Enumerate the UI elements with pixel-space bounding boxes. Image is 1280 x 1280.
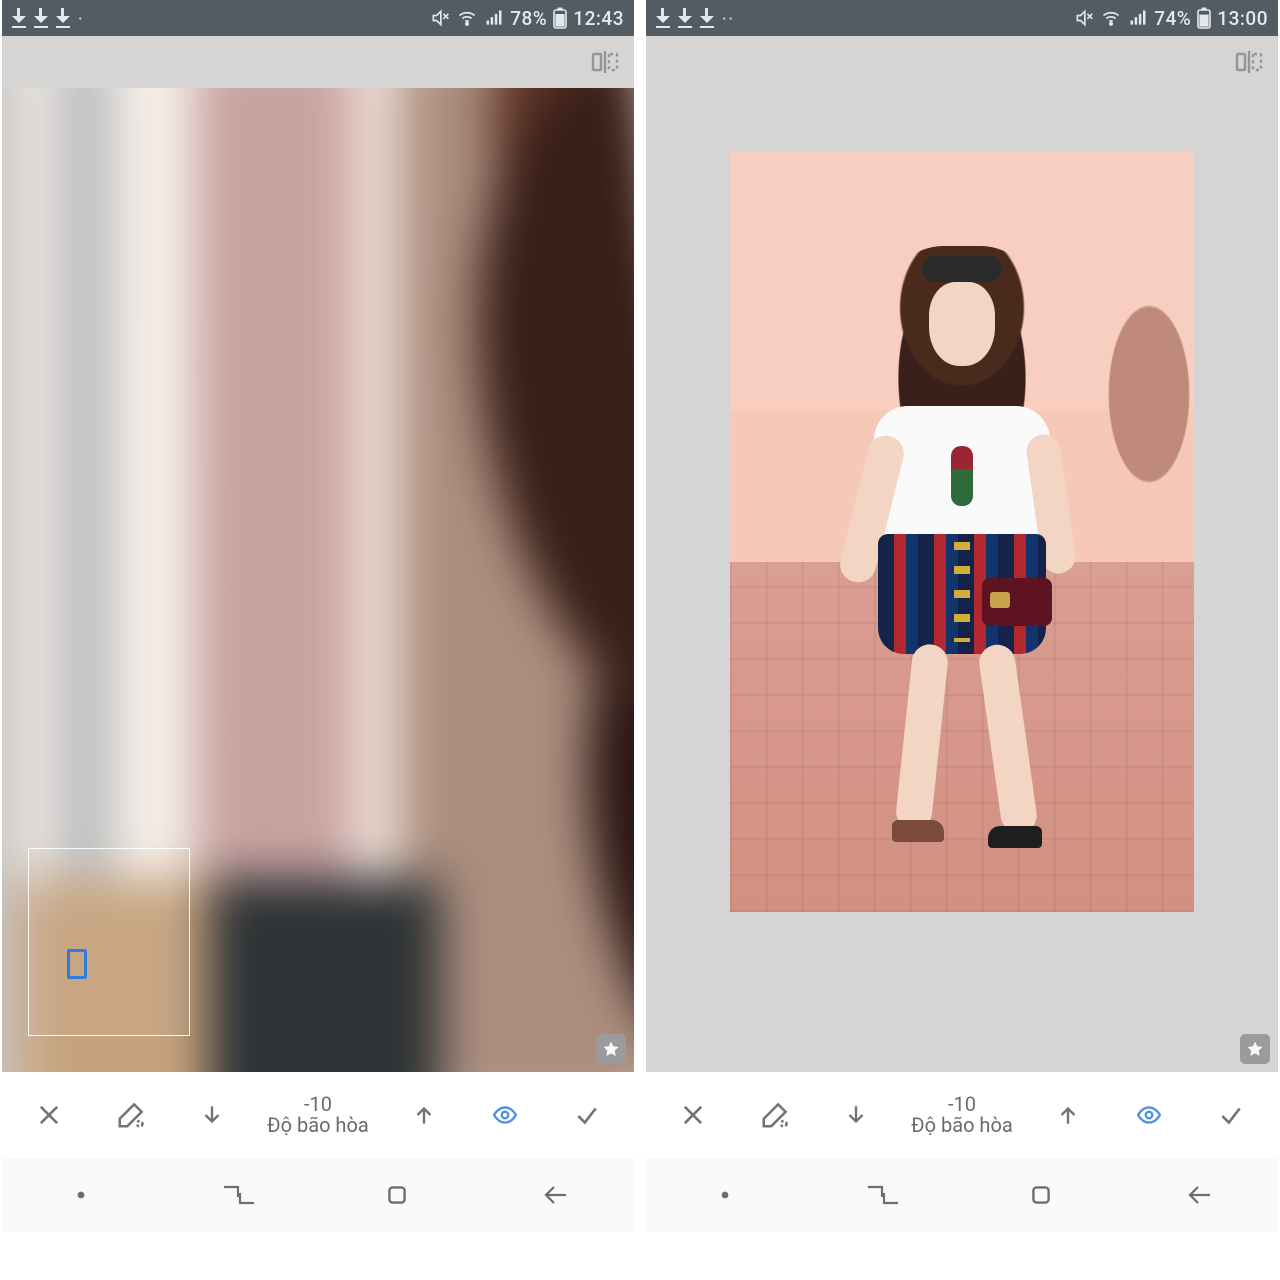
editor-toolbar: -10 Độ bão hòa xyxy=(2,1072,634,1158)
download-icon xyxy=(12,8,26,28)
star-icon[interactable] xyxy=(596,1034,626,1064)
download-icon xyxy=(678,8,692,28)
battery-percent: 78% xyxy=(510,7,547,30)
nav-recents-icon[interactable] xyxy=(823,1171,943,1219)
nav-home-icon[interactable] xyxy=(337,1171,457,1219)
status-bar-right: 78% 12:43 xyxy=(430,7,624,30)
adjustment-label: Độ bão hòa xyxy=(267,1115,369,1136)
close-button[interactable] xyxy=(657,1083,729,1147)
nav-menu-dot-icon[interactable] xyxy=(665,1171,785,1219)
increase-button[interactable] xyxy=(388,1083,460,1147)
nav-menu-dot-icon[interactable] xyxy=(21,1171,141,1219)
wifi-icon xyxy=(1100,8,1122,28)
mirror-icon[interactable] xyxy=(590,49,620,75)
photo-subject xyxy=(852,246,1072,846)
wifi-icon xyxy=(456,8,478,28)
zoom-viewport-indicator[interactable] xyxy=(67,949,87,979)
download-icon xyxy=(34,8,48,28)
android-nav-bar xyxy=(2,1158,634,1232)
clock: 13:00 xyxy=(1217,7,1268,30)
apply-button[interactable] xyxy=(551,1083,623,1147)
mirror-icon[interactable] xyxy=(1234,49,1264,75)
page-footer-gap xyxy=(0,1232,1280,1280)
decrease-button[interactable] xyxy=(820,1083,892,1147)
adjustment-readout[interactable]: -10 Độ bão hòa xyxy=(902,1083,1022,1147)
nav-back-icon[interactable] xyxy=(1139,1171,1259,1219)
download-icon xyxy=(56,8,70,28)
preview-button[interactable] xyxy=(469,1083,541,1147)
adjustment-readout[interactable]: -10 Độ bão hòa xyxy=(258,1083,378,1147)
mute-icon xyxy=(430,8,450,28)
status-overflow-icon: ·· xyxy=(722,9,735,28)
android-nav-bar xyxy=(646,1158,1278,1232)
zoom-navigator[interactable] xyxy=(28,848,190,1036)
status-bar-left: ·· xyxy=(656,8,735,28)
status-overflow-icon: · xyxy=(78,9,85,28)
nav-back-icon[interactable] xyxy=(495,1171,615,1219)
preview-button[interactable] xyxy=(1113,1083,1185,1147)
clock: 12:43 xyxy=(573,7,624,30)
editor-toolbar: -10 Độ bão hòa xyxy=(646,1072,1278,1158)
phone-screenshot-right: ·· 74% 13:00 xyxy=(646,0,1278,1232)
increase-button[interactable] xyxy=(1032,1083,1104,1147)
brush-button[interactable] xyxy=(95,1083,167,1147)
status-bar: · 78% 12:43 xyxy=(2,0,634,36)
app-top-bar xyxy=(2,36,634,88)
star-icon[interactable] xyxy=(1240,1034,1270,1064)
adjustment-label: Độ bão hòa xyxy=(911,1115,1013,1136)
apply-button[interactable] xyxy=(1195,1083,1267,1147)
battery-icon xyxy=(1197,7,1211,29)
editor-canvas[interactable] xyxy=(2,88,634,1072)
app-top-bar xyxy=(646,36,1278,88)
phone-screenshot-left: · 78% 12:43 xyxy=(2,0,634,1232)
adjustment-value: -10 xyxy=(267,1094,369,1115)
nav-recents-icon[interactable] xyxy=(179,1171,299,1219)
download-icon xyxy=(700,8,714,28)
battery-icon xyxy=(553,7,567,29)
brush-button[interactable] xyxy=(739,1083,811,1147)
battery-percent: 74% xyxy=(1154,7,1191,30)
close-button[interactable] xyxy=(13,1083,85,1147)
mute-icon xyxy=(1074,8,1094,28)
download-icon xyxy=(656,8,670,28)
decrease-button[interactable] xyxy=(176,1083,248,1147)
editor-canvas[interactable] xyxy=(646,88,1278,1072)
signal-icon xyxy=(1128,8,1148,28)
status-bar-right: 74% 13:00 xyxy=(1074,7,1268,30)
photo xyxy=(730,152,1194,912)
signal-icon xyxy=(484,8,504,28)
status-bar-left: · xyxy=(12,8,85,28)
status-bar: ·· 74% 13:00 xyxy=(646,0,1278,36)
nav-home-icon[interactable] xyxy=(981,1171,1101,1219)
adjustment-value: -10 xyxy=(911,1094,1013,1115)
